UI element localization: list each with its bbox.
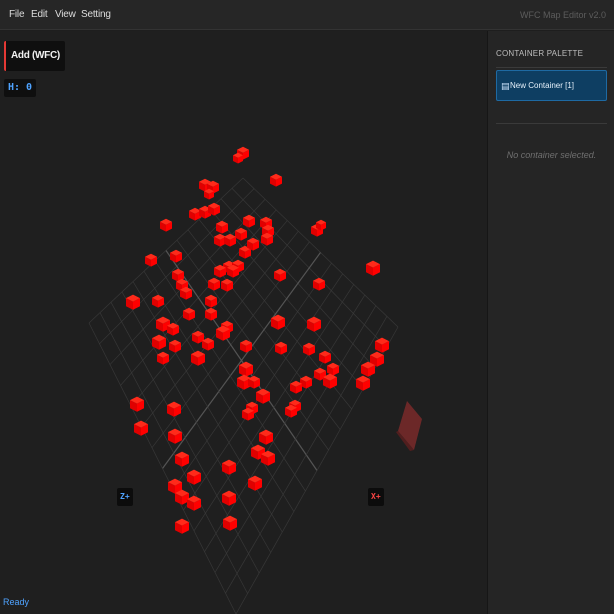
status-text: Ready	[3, 597, 30, 607]
block	[224, 233, 236, 247]
height-indicator: H: 0	[4, 79, 37, 97]
ground-grid	[88, 177, 399, 614]
block	[130, 396, 144, 412]
sidebar: CONTAINER PALETTE ▤ New Container [1] No…	[487, 31, 614, 614]
selection-status: No container selected.	[506, 150, 597, 160]
block	[375, 337, 389, 353]
block	[259, 429, 273, 445]
map-viewport[interactable]: Add (WFC) H: 0 Z+ X+ Ready	[0, 31, 487, 614]
block	[152, 294, 164, 308]
block	[256, 388, 270, 404]
divider	[496, 123, 607, 124]
palette-title: CONTAINER PALETTE	[496, 49, 584, 58]
block	[270, 173, 282, 187]
menu-edit[interactable]: Edit	[31, 9, 48, 20]
block	[303, 342, 315, 356]
menu-setting[interactable]: Setting	[81, 9, 111, 20]
block	[126, 294, 140, 310]
block	[145, 253, 157, 267]
app-title: WFC Map Editor v2.0	[519, 10, 606, 20]
block	[175, 518, 189, 534]
block	[134, 420, 148, 436]
block	[275, 341, 287, 355]
block	[222, 459, 236, 475]
block	[169, 339, 181, 353]
block	[187, 495, 201, 511]
axis-x-label: X+	[368, 488, 384, 506]
block	[307, 316, 321, 332]
block	[356, 375, 370, 391]
block	[175, 451, 189, 467]
block	[191, 350, 205, 366]
block	[160, 218, 172, 232]
menu-bar: File Edit View Setting WFC Map Editor v2…	[0, 0, 614, 30]
block	[167, 401, 181, 417]
ghost-block	[396, 401, 422, 451]
palette-item-new-container[interactable]: ▤ New Container [1]	[496, 70, 607, 101]
divider	[496, 67, 607, 68]
menu-view[interactable]: View	[55, 9, 76, 20]
block	[327, 362, 339, 376]
block	[170, 249, 182, 263]
block	[222, 490, 236, 506]
palette-item-label: New Container [1]	[510, 81, 575, 90]
add-mode-button[interactable]: Add (WFC)	[4, 41, 65, 71]
block	[168, 428, 182, 444]
block	[216, 220, 228, 234]
block	[274, 268, 286, 282]
block	[313, 277, 325, 291]
block	[208, 277, 220, 291]
block	[243, 214, 255, 228]
block	[366, 260, 380, 276]
block	[221, 278, 233, 292]
menu-file[interactable]: File	[9, 9, 25, 20]
scene-canvas[interactable]	[0, 31, 487, 614]
container-icon: ▤	[501, 81, 510, 91]
axis-z-label: Z+	[117, 488, 133, 506]
